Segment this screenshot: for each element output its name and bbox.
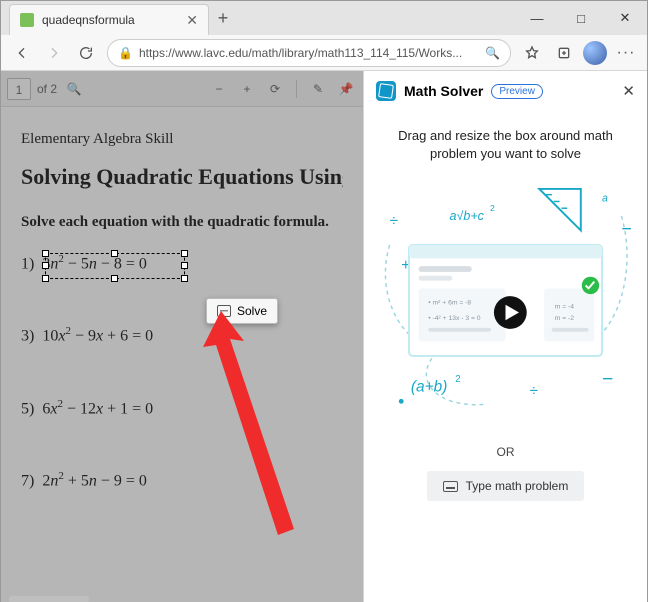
tab-close-icon[interactable]: ✕ [182,12,202,29]
favorites-button[interactable] [517,38,547,68]
panel-illustration[interactable]: ÷ + a − − a√b+c 2 [380,173,631,423]
profile-avatar[interactable] [583,41,607,65]
nav-back-button[interactable] [7,38,37,68]
collections-button[interactable] [549,38,579,68]
type-math-problem-button[interactable]: Type math problem [427,471,585,501]
pdf-search-icon[interactable]: 🔍 [63,82,85,96]
type-math-label: Type math problem [466,479,569,493]
equation-5: 5) 6x2 − 12x + 1 = 0 [21,398,343,418]
svg-text:÷: ÷ [390,213,398,230]
panel-instruction: Drag and resize the box around math prob… [390,127,621,163]
doc-skill-heading: Elementary Algebra Skill [21,131,343,148]
tab-favicon [20,13,34,27]
address-bar[interactable]: 🔒 https://www.lavc.edu/math/library/math… [107,39,511,67]
pdf-page-input[interactable]: 1 [7,78,31,100]
tab-title: quadeqnsformula [42,13,174,27]
resize-handle[interactable] [42,250,49,257]
window-close-button[interactable]: ✕ [603,1,647,35]
math-solver-logo-icon [376,81,396,101]
pdf-draw-icon[interactable]: ✎ [307,82,329,96]
menu-button[interactable]: ··· [611,38,641,68]
solve-button[interactable]: Solve [206,298,278,324]
lock-icon: 🔒 [118,46,133,60]
nav-forward-button[interactable] [39,38,69,68]
math-solver-panel: Math Solver Preview ✕ Drag and resize th… [363,71,647,602]
svg-text:• m² + 6m = -8: • m² + 6m = -8 [428,300,471,307]
svg-text:(a+b): (a+b) [411,379,447,396]
illus-sq: 2 [490,203,495,213]
keyboard-icon [443,481,458,492]
svg-text:a: a [602,193,608,205]
resize-handle[interactable] [111,250,118,257]
window-maximize-button[interactable]: □ [559,1,603,35]
nav-refresh-button[interactable] [71,38,101,68]
resize-handle[interactable] [181,262,188,269]
svg-text:÷: ÷ [530,383,538,400]
equation-3: 3) 10x2 − 9x + 6 = 0 [21,325,343,345]
resize-handle[interactable] [42,262,49,269]
panel-title: Math Solver [404,83,483,99]
panel-close-button[interactable]: ✕ [622,82,635,100]
window-minimize-button[interactable]: — [515,1,559,35]
resize-handle[interactable] [181,250,188,257]
pdf-rotate-button[interactable]: ⟳ [264,82,286,96]
pdf-page-total: of 2 [37,82,57,96]
solve-label: Solve [237,304,267,318]
svg-text:• -4² + 13x - 3 = 0: • -4² + 13x - 3 = 0 [428,316,481,323]
equation-7: 7) 2n2 + 5n − 9 = 0 [21,470,343,490]
pdf-zoom-in-button[interactable]: + [236,82,258,96]
solve-icon [217,305,231,317]
svg-text:m = -4: m = -4 [555,304,575,311]
doc-title: Solving Quadratic Equations Using the Qu… [21,164,343,190]
pdf-page[interactable]: Elementary Algebra Skill Solving Quadrat… [1,107,363,602]
svg-text:−: − [602,369,613,390]
zoom-indicator-icon[interactable]: 🔍 [485,46,500,60]
pdf-horizontal-scrollbar[interactable] [9,596,89,602]
resize-handle[interactable] [42,275,49,282]
browser-tab[interactable]: quadeqnsformula ✕ [9,4,209,35]
svg-text:2: 2 [455,374,460,385]
pdf-toolbar: 1 of 2 🔍 − + ⟳ ✎ 📌 [1,71,363,107]
doc-instruction: Solve each equation with the quadratic f… [21,214,343,231]
resize-handle[interactable] [111,275,118,282]
illus-abc: a√b+c [450,209,485,223]
preview-badge: Preview [491,84,543,99]
or-label: OR [380,445,631,459]
resize-handle[interactable] [181,275,188,282]
svg-text:m = -2: m = -2 [555,316,575,323]
svg-text:−: − [621,220,631,241]
url-text: https://www.lavc.edu/math/library/math11… [139,46,479,60]
pdf-pin-icon[interactable]: 📌 [335,82,357,96]
math-selection-box[interactable] [45,253,185,279]
pdf-viewer: 1 of 2 🔍 − + ⟳ ✎ 📌 Elementary Algebra Sk… [1,71,363,602]
pdf-zoom-out-button[interactable]: − [208,82,230,96]
new-tab-button[interactable]: + [209,1,237,35]
